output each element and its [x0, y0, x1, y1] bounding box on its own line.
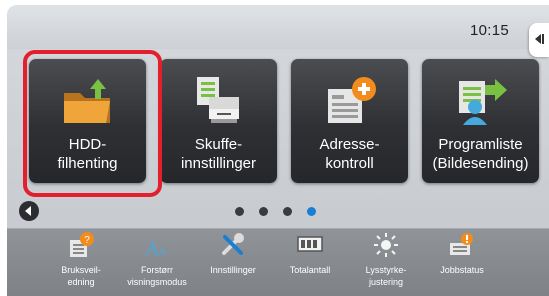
- job-status-icon: [450, 233, 473, 255]
- function-label: Jobbstatus: [440, 265, 484, 275]
- arrow-left-icon: [25, 206, 31, 216]
- tile-label: Skuffe- innstillinger: [180, 136, 257, 172]
- settings-button[interactable]: Innstillinger: [200, 229, 266, 296]
- function-label: Totalantall: [289, 265, 331, 275]
- brightness-icon: [374, 233, 398, 257]
- total-count-button[interactable]: Totalantall: [277, 229, 343, 296]
- page-dot-1[interactable]: [235, 207, 244, 216]
- function-label: Forstørr visningsmodus: [127, 265, 187, 287]
- tile-label: Programliste (Bildesending): [432, 136, 529, 172]
- page-dot-3[interactable]: [283, 207, 292, 216]
- program-list-send-icon: [459, 79, 507, 125]
- side-panel-toggle[interactable]: [529, 23, 549, 57]
- function-label: Innstillinger: [210, 265, 256, 275]
- tile-address-control[interactable]: Adresse- kontroll: [291, 59, 408, 183]
- function-bar: ? Bruksveil- edning A A Forstørr visning…: [7, 228, 549, 296]
- bar-icon: [542, 34, 544, 44]
- folder-download-icon: [64, 79, 110, 123]
- svg-text:?: ?: [84, 235, 90, 246]
- enlarge-display-button[interactable]: A A Forstørr visningsmodus: [124, 229, 190, 296]
- tools-icon: [222, 233, 244, 255]
- paper-tray-icon: [197, 77, 239, 123]
- counter-icon: [297, 236, 323, 252]
- home-screen: 10:15 HDD- filhenting Skuffe- innstillin…: [7, 5, 549, 296]
- job-status-button[interactable]: Jobbstatus: [429, 229, 495, 296]
- svg-text:A: A: [158, 244, 167, 258]
- page-dot-2[interactable]: [259, 207, 268, 216]
- tile-tray-settings[interactable]: Skuffe- innstillinger: [160, 59, 277, 183]
- tile-program-list[interactable]: Programliste (Bildesending): [422, 59, 539, 183]
- function-label: Lysstyrke- justering: [365, 265, 407, 287]
- back-button[interactable]: [19, 201, 39, 221]
- function-label: Bruksveil- edning: [61, 265, 101, 287]
- operation-guide-button[interactable]: ? Bruksveil- edning: [48, 229, 114, 296]
- page-indicator: [235, 207, 316, 217]
- clock: 10:15: [469, 22, 509, 39]
- tile-label: Adresse- kontroll: [319, 136, 380, 172]
- manual-help-icon: ?: [70, 232, 94, 257]
- brightness-button[interactable]: Lysstyrke- justering: [353, 229, 419, 296]
- page-dot-4[interactable]: [307, 207, 316, 216]
- status-bar: 10:15: [7, 5, 549, 49]
- tile-hdd-file-retrieval[interactable]: HDD- filhenting: [29, 59, 146, 183]
- address-add-icon: [328, 77, 376, 123]
- enlarge-display-icon: A A: [145, 238, 167, 259]
- tile-label: HDD- filhenting: [57, 136, 118, 172]
- arrow-left-icon: [535, 34, 541, 44]
